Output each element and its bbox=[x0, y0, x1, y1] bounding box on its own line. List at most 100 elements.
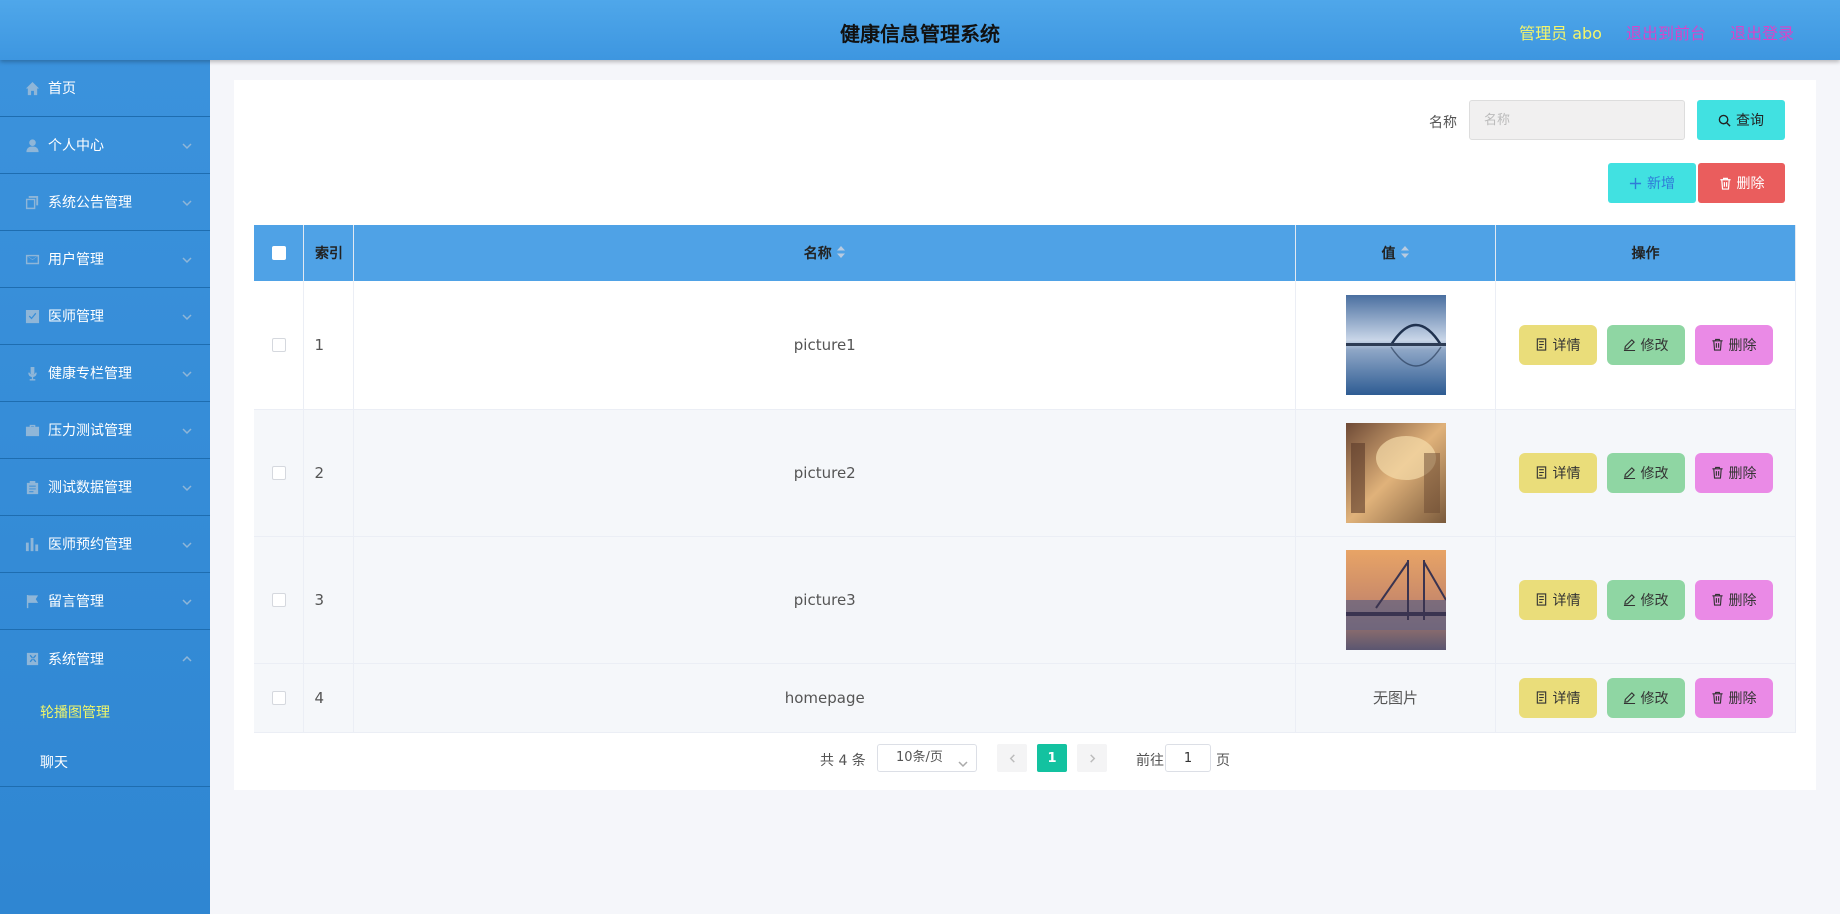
sidebar-item-label: 系统公告管理 bbox=[48, 195, 132, 211]
column-header-value-label: 值 bbox=[1381, 246, 1396, 262]
delete-button[interactable]: 删除 bbox=[1694, 452, 1773, 493]
edit-label: 修改 bbox=[1640, 592, 1669, 609]
logout-link[interactable]: 退出登录 bbox=[1730, 20, 1794, 44]
chevron-down-icon bbox=[182, 424, 192, 435]
sort-icon[interactable] bbox=[836, 245, 846, 263]
sort-icon[interactable] bbox=[1400, 245, 1410, 263]
sidebar-item-doctors[interactable]: 医师管理 bbox=[0, 288, 210, 345]
delete-button[interactable]: 删除 bbox=[1694, 677, 1773, 718]
row-index: 4 bbox=[303, 663, 355, 733]
sidebar-item-appointments[interactable]: 医师预约管理 bbox=[0, 516, 210, 573]
detail-label: 详情 bbox=[1552, 592, 1581, 609]
column-header-name[interactable]: 名称 bbox=[353, 225, 1297, 281]
edit-icon bbox=[1623, 594, 1635, 606]
goto-label: 前往 bbox=[1136, 753, 1164, 769]
sidebar-item-home[interactable]: 首页 bbox=[0, 60, 210, 117]
table-row: 4 homepage 无图片 详情 修改 删除 bbox=[254, 663, 1796, 733]
column-header-value[interactable]: 值 bbox=[1295, 225, 1496, 281]
row-value bbox=[1295, 409, 1496, 537]
sidebar-item-users[interactable]: 用户管理 bbox=[0, 231, 210, 288]
row-select-cell bbox=[254, 409, 305, 537]
plus-icon bbox=[1629, 177, 1642, 189]
trash-icon bbox=[1711, 466, 1723, 479]
edit-button[interactable]: 修改 bbox=[1606, 677, 1685, 718]
row-checkbox[interactable] bbox=[271, 338, 286, 353]
chevron-down-icon bbox=[182, 196, 192, 207]
sidebar-item-label: 首页 bbox=[48, 81, 76, 97]
edit-icon bbox=[1623, 339, 1635, 352]
add-button[interactable]: 新增 bbox=[1608, 163, 1696, 203]
chevron-down-icon bbox=[958, 753, 968, 768]
trash-icon bbox=[1711, 691, 1723, 704]
copy-icon bbox=[24, 194, 40, 210]
detail-button[interactable]: 详情 bbox=[1518, 324, 1597, 365]
next-page-button[interactable] bbox=[1077, 744, 1107, 772]
sidebar-item-label: 医师预约管理 bbox=[48, 537, 132, 553]
page-number-current[interactable]: 1 bbox=[1037, 744, 1067, 772]
sidebar-subitem-carousel[interactable]: 轮播图管理 bbox=[0, 687, 210, 737]
sidebar-item-messages[interactable]: 留言管理 bbox=[0, 573, 210, 630]
sidebar-item-stress-test[interactable]: 压力测试管理 bbox=[0, 402, 210, 459]
sidebar-subitem-chat[interactable]: 聊天 bbox=[0, 737, 210, 787]
flag-icon bbox=[24, 593, 40, 609]
chevron-down-icon bbox=[182, 139, 192, 150]
select-all-cell bbox=[254, 225, 305, 281]
goto-page-input[interactable] bbox=[1165, 744, 1211, 772]
bridge-sunset-image bbox=[1345, 294, 1446, 395]
exit-front-link[interactable]: 退出到前台 bbox=[1626, 20, 1706, 44]
sidebar: 首页 个人中心 系统公告管理 用户管理 医师管理 健康专栏管理 压力测试管理 测… bbox=[0, 60, 210, 914]
delete-button[interactable]: 删除 bbox=[1694, 324, 1773, 365]
edit-label: 修改 bbox=[1640, 690, 1669, 707]
chevron-down-icon bbox=[182, 538, 192, 549]
row-checkbox[interactable] bbox=[271, 691, 286, 705]
clipboard-icon bbox=[24, 479, 40, 495]
search-input[interactable] bbox=[1469, 100, 1685, 140]
sidebar-item-label: 个人中心 bbox=[48, 138, 104, 154]
blurred-city-image bbox=[1345, 422, 1446, 523]
row-name: homepage bbox=[353, 663, 1297, 733]
chevron-left-icon bbox=[1009, 753, 1015, 763]
trash-icon bbox=[1719, 177, 1731, 190]
column-header-index: 索引 bbox=[303, 225, 355, 281]
top-header: 健康信息管理系统 管理员 abo 退出到前台 退出登录 bbox=[0, 0, 1840, 60]
query-button[interactable]: 查询 bbox=[1697, 100, 1785, 140]
edit-label: 修改 bbox=[1640, 465, 1669, 482]
delete-label: 删除 bbox=[1728, 465, 1757, 482]
table-row: 1 picture1 详情 修改 删除 bbox=[254, 281, 1796, 410]
row-checkbox[interactable] bbox=[271, 593, 286, 607]
select-all-checkbox[interactable] bbox=[271, 246, 286, 260]
mail-icon bbox=[24, 251, 40, 267]
detail-button[interactable]: 详情 bbox=[1518, 579, 1597, 620]
row-checkbox[interactable] bbox=[271, 466, 286, 480]
batch-delete-button[interactable]: 删除 bbox=[1698, 163, 1785, 203]
delete-label: 删除 bbox=[1728, 592, 1757, 609]
prev-page-button[interactable] bbox=[997, 744, 1027, 772]
detail-button[interactable]: 详情 bbox=[1518, 677, 1597, 718]
pagination: 共 4 条 10条/页 1 前往 页 bbox=[234, 744, 1816, 774]
page-size-select[interactable]: 10条/页 bbox=[877, 744, 977, 772]
row-actions: 详情 修改 删除 bbox=[1495, 663, 1796, 733]
row-value bbox=[1295, 536, 1496, 664]
sidebar-item-label: 测试数据管理 bbox=[48, 480, 132, 496]
trash-icon bbox=[1711, 339, 1723, 351]
row-index: 1 bbox=[303, 281, 355, 410]
sidebar-item-notice[interactable]: 系统公告管理 bbox=[0, 174, 210, 231]
total-count: 共 4 条 bbox=[820, 753, 866, 769]
edit-button[interactable]: 修改 bbox=[1606, 579, 1685, 620]
microphone-icon bbox=[24, 365, 40, 381]
edit-button[interactable]: 修改 bbox=[1606, 452, 1685, 493]
sidebar-item-label: 系统管理 bbox=[48, 651, 104, 668]
row-actions: 详情 修改 删除 bbox=[1495, 536, 1796, 664]
sidebar-item-test-data[interactable]: 测试数据管理 bbox=[0, 459, 210, 516]
sidebar-item-system[interactable]: 系统管理 bbox=[0, 630, 210, 687]
sidebar-item-health-column[interactable]: 健康专栏管理 bbox=[0, 345, 210, 402]
sidebar-item-label: 压力测试管理 bbox=[48, 423, 132, 439]
table-row: 3 picture3 详情 修改 删除 bbox=[254, 536, 1796, 664]
chevron-down-icon bbox=[182, 253, 192, 264]
sidebar-item-profile[interactable]: 个人中心 bbox=[0, 117, 210, 174]
detail-button[interactable]: 详情 bbox=[1518, 452, 1597, 493]
delete-button[interactable]: 删除 bbox=[1694, 579, 1773, 620]
row-name: picture1 bbox=[353, 281, 1297, 410]
edit-button[interactable]: 修改 bbox=[1606, 324, 1685, 365]
content-panel: 名称 查询 新增 删除 索引 名称 值 操作 1 bbox=[234, 80, 1816, 790]
